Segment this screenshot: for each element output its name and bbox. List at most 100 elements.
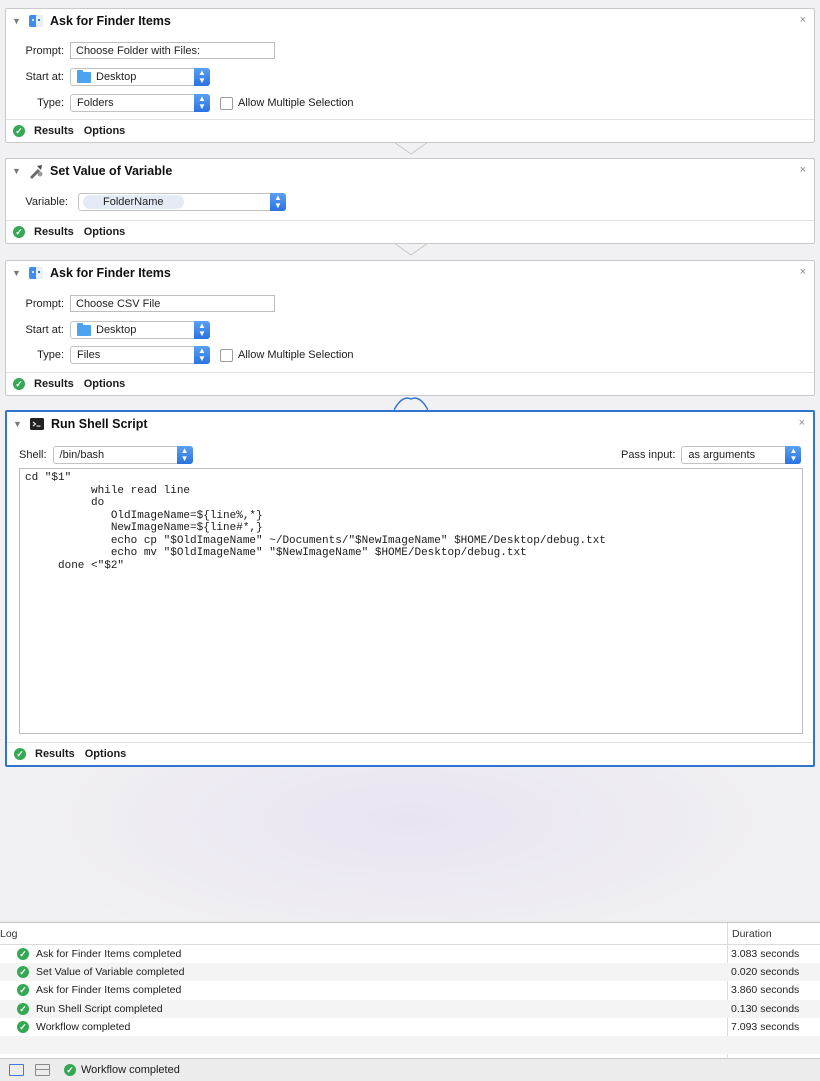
allow-multiple-label: Allow Multiple Selection — [238, 349, 354, 361]
action-set-value-of-variable[interactable]: ▼ Set Value of Variable × Variable: Fold… — [5, 158, 815, 244]
log-row[interactable]: ✓ Set Value of Variable completed 0.020 … — [0, 963, 820, 981]
finder-icon — [29, 15, 43, 27]
action-ask-for-finder-items-2[interactable]: ▼ Ask for Finder Items × Prompt: Choose … — [5, 260, 815, 396]
finder-icon — [29, 267, 43, 279]
type-value: Files — [77, 349, 101, 361]
workflow-status: ✓ Workflow completed — [64, 1064, 180, 1076]
status-text: Workflow completed — [81, 1064, 180, 1076]
terminal-icon — [30, 418, 44, 430]
action-connector — [394, 141, 428, 155]
popup-arrows-icon: ▲ ▼ — [194, 321, 210, 339]
log-header: Log Duration — [0, 923, 820, 945]
results-toggle[interactable]: ✓ Results — [13, 226, 74, 238]
success-check-icon: ✓ — [14, 748, 26, 760]
action-ask-for-finder-items-1[interactable]: ▼ Ask for Finder Items × Prompt: Choose … — [5, 8, 815, 143]
close-icon[interactable]: × — [799, 417, 805, 429]
log-text: Set Value of Variable completed — [36, 966, 185, 978]
options-toggle[interactable]: Options — [84, 378, 126, 390]
results-toggle[interactable]: ✓ Results — [14, 748, 75, 760]
disclosure-triangle-icon[interactable]: ▼ — [12, 16, 22, 26]
start-at-label: Start at: — [25, 71, 64, 83]
prompt-label: Prompt: — [25, 297, 64, 310]
results-toggle[interactable]: ✓ Results — [13, 378, 74, 390]
options-toggle[interactable]: Options — [85, 748, 127, 760]
log-duration: 3.860 seconds — [731, 984, 800, 996]
log-row[interactable]: ✓ Run Shell Script completed 0.130 secon… — [0, 1000, 820, 1018]
success-check-icon: ✓ — [17, 1021, 29, 1033]
success-check-icon: ✓ — [17, 948, 29, 960]
log-text: Run Shell Script completed — [36, 1003, 163, 1015]
shell-popup[interactable]: /bin/bash ▲ ▼ — [52, 446, 193, 464]
pass-input-label: Pass input: — [621, 449, 676, 461]
start-at-popup[interactable]: Desktop ▲ ▼ — [70, 68, 210, 86]
action-connector — [394, 397, 428, 411]
variable-popup[interactable]: FolderName ▲ ▼ — [78, 193, 286, 211]
popup-arrows-icon: ▲ ▼ — [194, 94, 210, 112]
variables-view-icon[interactable] — [35, 1064, 50, 1076]
success-check-icon: ✓ — [17, 984, 29, 996]
success-check-icon: ✓ — [13, 378, 25, 390]
start-at-label: Start at: — [25, 324, 64, 336]
type-popup[interactable]: Files ▲ ▼ — [70, 346, 210, 364]
log-view-icon[interactable] — [9, 1064, 24, 1076]
success-check-icon: ✓ — [13, 226, 25, 238]
results-label: Results — [34, 125, 74, 137]
popup-arrows-icon: ▲ ▼ — [194, 346, 210, 364]
variable-token: FolderName — [83, 195, 184, 209]
options-toggle[interactable]: Options — [84, 226, 126, 238]
log-text: Workflow completed — [36, 1021, 131, 1033]
action-title: Ask for Finder Items — [50, 266, 171, 280]
results-label: Results — [34, 226, 74, 238]
log-row[interactable]: ✓ Ask for Finder Items completed 3.860 s… — [0, 981, 820, 999]
allow-multiple-checkbox[interactable] — [220, 348, 233, 362]
log-duration: 3.083 seconds — [731, 948, 800, 960]
folder-icon — [77, 69, 91, 83]
type-value: Folders — [77, 97, 114, 109]
pass-input-popup[interactable]: as arguments ▲ ▼ — [681, 446, 802, 464]
popup-arrows-icon: ▲ ▼ — [270, 193, 286, 211]
status-bar: ✓ Workflow completed — [0, 1058, 820, 1081]
start-at-popup[interactable]: Desktop ▲ ▼ — [70, 321, 210, 339]
log-text: Ask for Finder Items completed — [36, 984, 182, 996]
variable-label: Variable: — [25, 196, 68, 208]
options-toggle[interactable]: Options — [84, 125, 126, 137]
disclosure-triangle-icon[interactable]: ▼ — [12, 268, 22, 278]
shell-value: /bin/bash — [59, 449, 105, 461]
success-check-icon: ✓ — [64, 1064, 76, 1076]
log-duration: 0.130 seconds — [731, 1003, 800, 1015]
log-row[interactable]: ✓ Ask for Finder Items completed 3.083 s… — [0, 945, 820, 963]
action-title: Set Value of Variable — [50, 164, 173, 178]
popup-arrows-icon: ▲ ▼ — [194, 68, 210, 86]
log-duration: 7.093 seconds — [731, 1021, 800, 1033]
results-toggle[interactable]: ✓ Results — [13, 125, 74, 137]
action-run-shell-script[interactable]: ▼ Run Shell Script × Shell: /bin/bash ▲ ▼… — [5, 410, 815, 767]
results-label: Results — [34, 378, 74, 390]
variable-icon — [30, 165, 43, 179]
results-label: Results — [35, 748, 75, 760]
action-connector — [394, 242, 428, 256]
popup-arrows-icon: ▲ ▼ — [785, 446, 802, 464]
log-text: Ask for Finder Items completed — [36, 948, 182, 960]
log-column-header[interactable]: Log — [0, 928, 18, 940]
close-icon[interactable]: × — [800, 266, 806, 278]
duration-column-header[interactable]: Duration — [732, 928, 772, 940]
start-at-value: Desktop — [96, 71, 137, 83]
action-title: Ask for Finder Items — [50, 14, 171, 28]
type-popup[interactable]: Folders ▲ ▼ — [70, 94, 210, 112]
prompt-field[interactable]: Choose Folder with Files: — [70, 42, 275, 59]
disclosure-triangle-icon[interactable]: ▼ — [13, 419, 23, 429]
shell-label: Shell: — [19, 449, 47, 461]
close-icon[interactable]: × — [800, 14, 806, 26]
success-check-icon: ✓ — [17, 966, 29, 978]
close-icon[interactable]: × — [800, 164, 806, 176]
prompt-label: Prompt: — [25, 44, 64, 57]
log-pane: Log Duration ✓ Ask for Finder Items comp… — [0, 922, 820, 1059]
allow-multiple-checkbox[interactable] — [220, 96, 233, 110]
disclosure-triangle-icon[interactable]: ▼ — [12, 166, 22, 176]
pass-input-value: as arguments — [688, 449, 756, 461]
log-row[interactable]: ✓ Workflow completed 7.093 seconds — [0, 1018, 820, 1036]
success-check-icon: ✓ — [13, 125, 25, 137]
script-editor[interactable]: cd "$1" while read line do OldImageName=… — [19, 468, 803, 734]
prompt-field[interactable]: Choose CSV File — [70, 295, 275, 312]
success-check-icon: ✓ — [17, 1003, 29, 1015]
